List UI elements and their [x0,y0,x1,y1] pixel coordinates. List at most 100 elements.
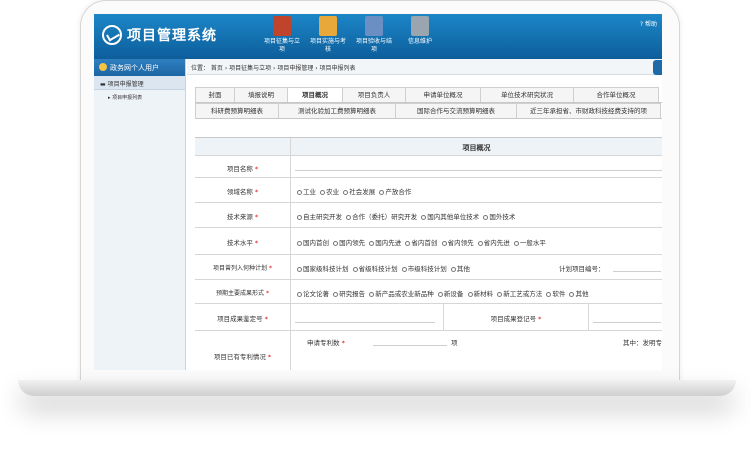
radio-level-5[interactable]: 省内领先 [441,239,474,247]
row-patent: 项目已有专利情况 * 申请专利数 * 项 其中：发明专 [195,331,662,370]
nav-item-implementation[interactable]: 项目实施与考核 [308,16,348,54]
option-label: 合作（委托）研究开发 [352,213,418,221]
radio-industry[interactable]: 工业 [297,188,316,196]
network-icon [365,16,383,36]
patent-apply-label: 申请专利数 * [307,339,345,347]
radio-level-1[interactable]: 国内首创 [297,239,329,247]
sidebar-header-label: 政务网个人用户 [110,64,159,72]
tab-project-leader[interactable]: 项目负责人 [342,87,406,102]
option-label: 新产品或农业新品种 [375,290,434,298]
row-source: 技术来源 * 自主研究开发 合作（委托）研究开发 国内其他单位技术 国外技术 [195,203,662,228]
tab-research-budget[interactable]: 科研费预算明细表 [195,103,279,118]
radio-domestic-tech[interactable]: 国内其他单位技术 [421,213,479,221]
tab-testing-budget[interactable]: 测试化验加工费预算明细表 [278,103,396,118]
nav-label: 项目验收与结项 [355,38,392,53]
help-link[interactable]: ? 帮助 [640,19,657,28]
radio-provincial-plan[interactable]: 省级科技计划 [352,265,398,273]
option-label: 国家级科技计划 [303,265,349,273]
option-label: 研究报告 [339,290,366,298]
top-nav: 项目征集与立项 项目实施与考核 项目验收与结项 信息维护 [262,16,446,54]
plan-number-input[interactable] [613,262,661,272]
result-reg-input[interactable] [593,313,661,323]
checkbox-software[interactable]: 软件 [546,290,565,298]
patent-apply-input[interactable] [373,336,447,346]
checkbox-material[interactable]: 新材料 [467,290,494,298]
result-id-input[interactable] [295,313,435,323]
sidebar-item-label: 项目申报列表 [112,95,143,101]
nav-label: 项目实施与考核 [309,38,346,53]
nav-label: 项目征集与立项 [263,38,300,53]
radio-city-plan[interactable]: 市级科技计划 [401,265,447,273]
sidebar-group-declaration[interactable]: ▬ 项目申报管理 [94,76,185,90]
sidebar: 政务网个人用户 ▬ 项目申报管理 ▸ 项目申报列表 [94,59,186,370]
label-text: 项目已有专利情况 [213,353,266,361]
header-left-cell [195,138,291,155]
row-tech-level: 技术水平 * 国内首创 国内领先 国内先进 省内首创 省内领先 省内先进 一般水… [195,228,662,255]
plan-number-label: 计划项目编号： [559,265,605,273]
patent-invent-label: 其中：发明专 [623,339,662,347]
option-label: 市级科技计划 [407,265,447,273]
tab-instructions[interactable]: 填报说明 [234,87,288,102]
checkbox-report[interactable]: 研究报告 [333,290,365,298]
plan-radio-group: 国家级科技计划 省级科技计划 市级科技计划 其他 [297,263,470,273]
project-name-input[interactable] [295,161,662,171]
tab-intl-budget[interactable]: 国际合作与交流预算明细表 [395,103,517,118]
panel-toggle-button[interactable] [653,60,662,75]
option-label: 一般水平 [519,239,546,247]
option-label: 自主研究开发 [303,213,342,221]
checkbox-other[interactable]: 其他 [569,290,588,298]
level-radio-group: 国内首创 国内领先 国内先进 省内首创 省内领先 省内先进 一般水平 [297,237,546,247]
option-label: 省级科技计划 [358,265,398,273]
checkbox-process[interactable]: 新工艺或方法 [497,290,542,298]
radio-national-plan[interactable]: 国家级科技计划 [297,265,349,273]
radio-level-4[interactable]: 省内首创 [405,239,437,247]
option-label: 国内其他单位技术 [427,213,480,221]
radio-level-6[interactable]: 省内先进 [477,239,510,247]
checkbox-equipment[interactable]: 新设备 [437,290,464,298]
result-label: 预期主要成果形式 * [195,280,291,303]
row-project-name: 项目名称 * [195,156,662,178]
option-label: 新材料 [473,290,494,298]
radio-cooperation[interactable]: 产放合作 [379,188,411,196]
radio-level-7[interactable]: 一般水平 [513,239,546,247]
project-overview-form: 项目概况 项目名称 * 领域名称 * 工业 农业 社会发展 产放合作 技术来源 … [195,137,662,370]
id-card-icon [411,16,429,36]
radio-self-developed[interactable]: 自主研究开发 [297,213,342,221]
option-label: 国内领先 [339,239,366,247]
sidebar-group-label: 项目申报管理 [107,81,144,88]
option-label: 农业 [326,188,340,196]
tab-previous-funding[interactable]: 近三年承担省、市财政科技经费支持的项 [516,103,661,118]
patent-unit: 项 [451,339,458,347]
question-icon: ? [639,21,644,28]
result-checkbox-group: 论文论著 研究报告 新产品或农业新品种 新设备 新材料 新工艺或方法 软件 其他 [297,288,588,298]
option-label: 工业 [303,188,316,196]
tab-project-overview[interactable]: 项目概况 [287,87,343,102]
project-name-label: 项目名称 * [195,156,291,177]
tab-row-1: 封面 填报说明 项目概况 项目负责人 申请单位概况 单位技术研究状况 合作单位概… [195,87,662,103]
radio-agriculture[interactable]: 农业 [320,188,339,196]
nav-item-info-maintenance[interactable]: 信息维护 [400,16,440,54]
label-text: 领域名称 [226,188,253,196]
option-label: 新设备 [443,290,464,298]
option-label: 其他 [456,265,470,273]
checkbox-paper[interactable]: 论文论著 [297,290,329,298]
sidebar-header[interactable]: 政务网个人用户 [94,59,185,76]
tab-research-status[interactable]: 单位技术研究状况 [480,87,574,102]
tab-cover[interactable]: 封面 [195,87,235,102]
radio-level-2[interactable]: 国内领先 [333,239,365,247]
app-header: 项目管理系统 项目征集与立项 项目实施与考核 项目验收与结项 信息维护 ? 帮助 [94,14,662,59]
radio-level-3[interactable]: 国内先进 [369,239,401,247]
row-plan: 项目曾列入何种计划 * 国家级科技计划 省级科技计划 市级科技计划 其他 计划项… [195,255,662,280]
tab-applicant-overview[interactable]: 申请单位概况 [405,87,481,102]
checkbox-new-product[interactable]: 新产品或农业新品种 [369,290,434,298]
option-label: 其他 [575,290,589,298]
radio-other-plan[interactable]: 其他 [450,265,470,273]
nav-item-acceptance[interactable]: 项目验收与结项 [354,16,394,54]
radio-foreign-tech[interactable]: 国外技术 [483,213,515,221]
sidebar-item-declaration-list[interactable]: ▸ 项目申报列表 [94,90,185,101]
radio-co-developed[interactable]: 合作（委托）研究开发 [346,213,417,221]
nav-item-collection[interactable]: 项目征集与立项 [262,16,302,54]
radio-social[interactable]: 社会发展 [343,188,375,196]
tab-partner-overview[interactable]: 合作单位概况 [573,87,659,102]
label-text: 项目名称 [226,165,253,173]
